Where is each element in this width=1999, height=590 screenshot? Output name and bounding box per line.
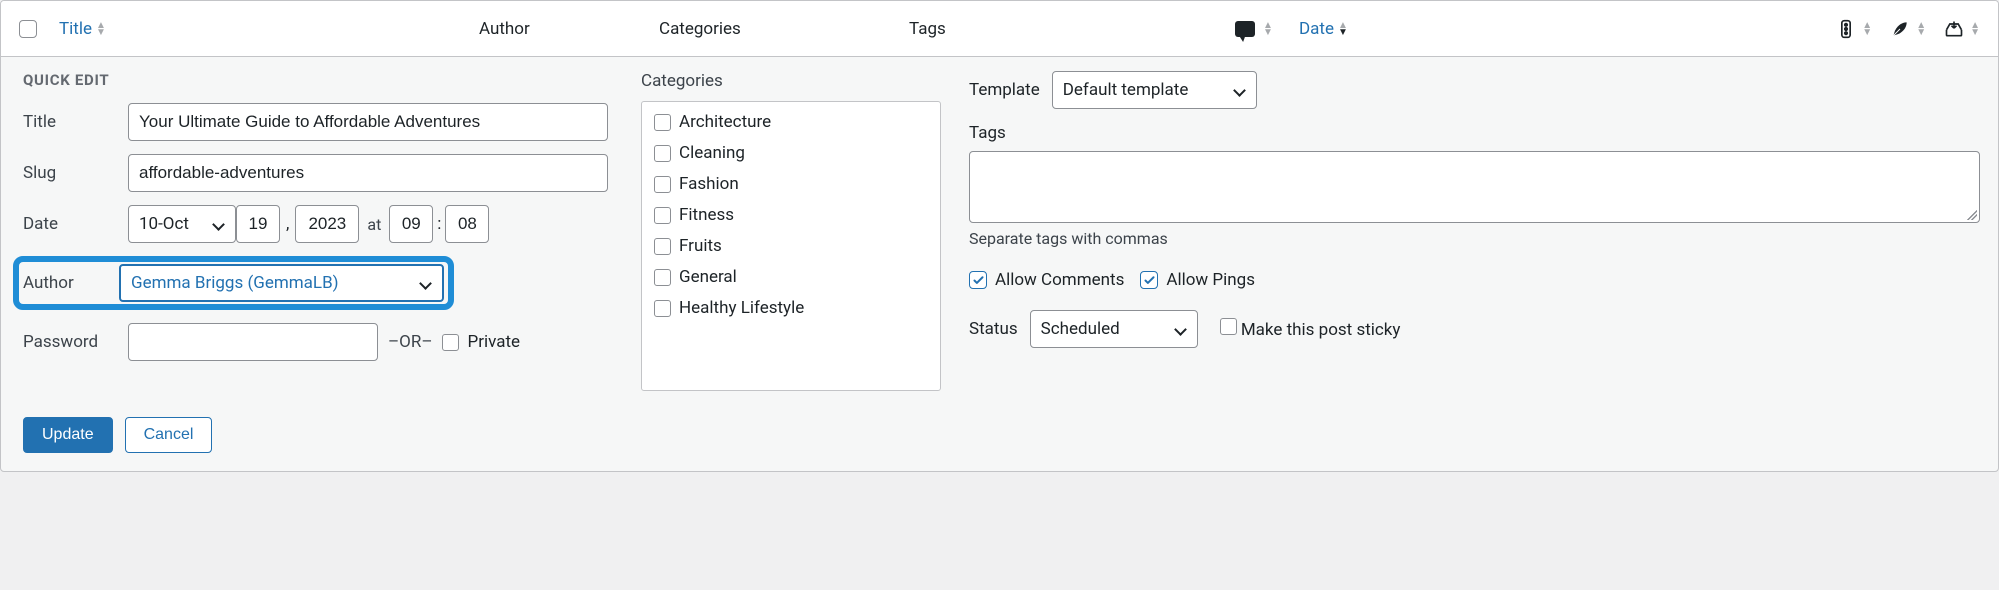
category-checkbox[interactable] <box>654 176 671 193</box>
category-item[interactable]: Fruits <box>654 236 928 256</box>
category-label: Fashion <box>679 174 739 194</box>
column-author: Author <box>479 19 659 39</box>
quick-edit-heading: QUICK EDIT <box>23 71 613 89</box>
label-slug: Slug <box>23 163 128 183</box>
category-checkbox[interactable] <box>654 269 671 286</box>
category-label: Architecture <box>679 112 771 132</box>
category-item[interactable]: Cleaning <box>654 143 928 163</box>
category-item[interactable]: Architecture <box>654 112 928 132</box>
sticky-checkbox[interactable] <box>1220 318 1237 335</box>
status-select[interactable]: Scheduled <box>1030 310 1198 348</box>
category-item[interactable]: General <box>654 267 928 287</box>
title-input[interactable] <box>128 103 608 141</box>
author-select[interactable]: Gemma Briggs (GemmaLB) <box>119 264 444 302</box>
label-template: Template <box>969 80 1040 100</box>
day-input[interactable] <box>236 205 280 243</box>
chevron-down-icon <box>213 218 225 230</box>
traffic-light-icon[interactable]: ▲▼ <box>1836 19 1872 39</box>
outbox-icon[interactable]: ▲▼ <box>1944 19 1980 39</box>
column-title[interactable]: Title ▲▼ <box>59 19 106 39</box>
category-item[interactable]: Healthy Lifestyle <box>654 298 928 318</box>
label-private: Private <box>467 332 520 352</box>
label-sticky: Make this post sticky <box>1241 320 1401 340</box>
categories-label: Categories <box>641 71 941 91</box>
hour-input[interactable] <box>389 205 433 243</box>
update-button[interactable]: Update <box>23 417 113 453</box>
category-label: Cleaning <box>679 143 745 163</box>
template-value: Default template <box>1063 80 1189 100</box>
chevron-down-icon <box>1175 323 1187 335</box>
sort-icon: ▲▼ <box>1338 22 1348 36</box>
author-value: Gemma Briggs (GemmaLB) <box>131 273 339 293</box>
tags-hint: Separate tags with commas <box>969 229 1980 248</box>
minute-input[interactable] <box>445 205 489 243</box>
allow-pings-checkbox[interactable] <box>1140 271 1158 289</box>
sort-icon: ▲▼ <box>1862 22 1872 36</box>
column-title-label: Title <box>59 19 92 39</box>
category-item[interactable]: Fashion <box>654 174 928 194</box>
label-allow-pings: Allow Pings <box>1166 270 1255 290</box>
template-select[interactable]: Default template <box>1052 71 1257 109</box>
year-input[interactable] <box>295 205 359 243</box>
label-at: at <box>367 215 381 234</box>
sort-icon: ▲▼ <box>1263 22 1273 36</box>
column-date[interactable]: Date ▲▼ <box>1299 19 1348 39</box>
allow-comments-checkbox[interactable] <box>969 271 987 289</box>
feather-icon[interactable]: ▲▼ <box>1890 19 1926 39</box>
label-tags: Tags <box>969 123 1980 143</box>
column-date-label: Date <box>1299 19 1334 39</box>
category-item[interactable]: Fitness <box>654 205 928 225</box>
month-value: 10-Oct <box>139 214 189 234</box>
category-label: Fruits <box>679 236 722 256</box>
password-input[interactable] <box>128 323 378 361</box>
cancel-button[interactable]: Cancel <box>125 417 213 453</box>
category-checkbox[interactable] <box>654 238 671 255</box>
category-checkbox[interactable] <box>654 207 671 224</box>
author-highlight: Author Gemma Briggs (GemmaLB) <box>13 256 454 310</box>
label-allow-comments: Allow Comments <box>995 270 1124 290</box>
category-checkbox[interactable] <box>654 114 671 131</box>
label-password: Password <box>23 332 128 352</box>
month-select[interactable]: 10-Oct <box>128 205 236 243</box>
column-categories: Categories <box>659 19 909 39</box>
label-status: Status <box>969 319 1018 339</box>
label-title: Title <box>23 112 128 132</box>
category-checkbox[interactable] <box>654 300 671 317</box>
label-or: –OR– <box>388 332 432 352</box>
label-author: Author <box>19 273 119 293</box>
chevron-down-icon <box>1234 84 1246 96</box>
column-tags: Tags <box>909 19 1209 39</box>
label-date: Date <box>23 214 128 234</box>
private-checkbox[interactable] <box>442 334 459 351</box>
category-label: Healthy Lifestyle <box>679 298 804 318</box>
category-label: General <box>679 267 737 287</box>
slug-input[interactable] <box>128 154 608 192</box>
sort-icon: ▲▼ <box>1970 22 1980 36</box>
tags-input[interactable] <box>969 151 1980 223</box>
categories-box[interactable]: Architecture Cleaning Fashion Fitness Fruits… <box>641 101 941 391</box>
chevron-down-icon <box>420 277 432 289</box>
category-checkbox[interactable] <box>654 145 671 162</box>
sort-icon: ▲▼ <box>1916 22 1926 36</box>
select-all-checkbox[interactable] <box>19 20 37 38</box>
category-label: Fitness <box>679 205 734 225</box>
status-value: Scheduled <box>1041 319 1120 339</box>
sort-icon: ▲▼ <box>96 22 106 36</box>
comments-icon[interactable] <box>1235 21 1255 37</box>
